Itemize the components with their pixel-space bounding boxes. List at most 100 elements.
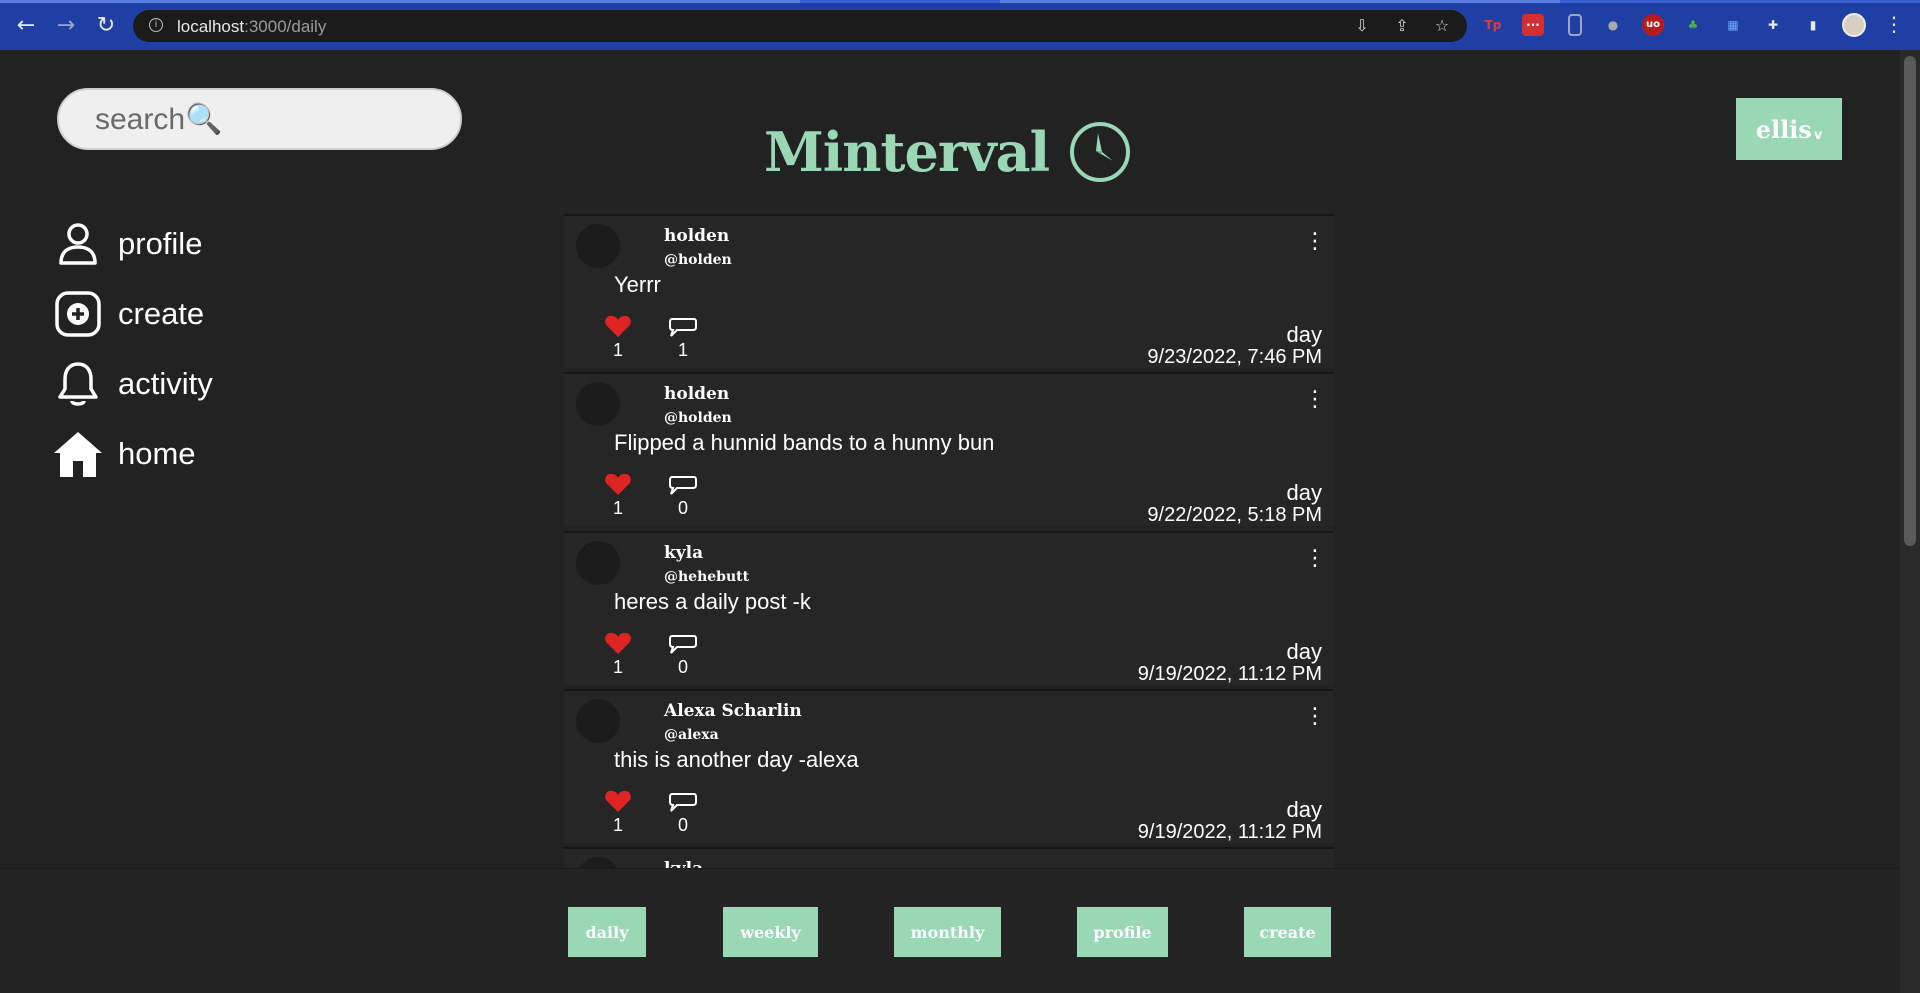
comment-icon[interactable] [668, 791, 698, 813]
sidebar-item-label: activity [118, 366, 213, 401]
heart-icon[interactable] [604, 314, 632, 338]
extension-mouse-icon[interactable]: ● [1602, 14, 1624, 36]
heart-icon[interactable] [604, 631, 632, 655]
install-icon[interactable]: ⇩ [1353, 17, 1371, 35]
like-count: 1 [612, 498, 623, 518]
user-name: ellis [1755, 114, 1812, 144]
back-icon[interactable]: ← [12, 12, 40, 40]
app-title: Minterval [764, 120, 1050, 184]
heart-icon[interactable] [604, 472, 632, 496]
sidebar-item-label: profile [118, 226, 203, 261]
post-interval: day [1286, 797, 1322, 822]
comment-count: 0 [677, 657, 688, 677]
sidebar-item-label: create [118, 296, 205, 331]
url-text[interactable]: localhost:3000/daily [177, 17, 326, 37]
post-author-name[interactable]: kyla [664, 543, 703, 563]
chevron-down-icon: v [1813, 127, 1823, 143]
sidebar-item-home[interactable]: home [52, 428, 312, 480]
address-bar[interactable]: i localhost:3000/daily ⇩ ⇪ ☆ [133, 10, 1467, 42]
post-card: kyla [564, 847, 1334, 868]
extension-dots-icon[interactable]: ··· [1522, 14, 1544, 36]
extension-ublock-icon[interactable]: uo [1642, 14, 1664, 36]
post-card: Alexa Scharlin @alexa ⋮ this is another … [564, 689, 1334, 843]
user-menu-button[interactable]: ellis v [1736, 98, 1842, 160]
like-count: 1 [612, 657, 623, 677]
tab-inactive[interactable] [1000, 0, 1560, 3]
post-author-handle[interactable]: @holden [664, 252, 732, 268]
comment-count: 0 [677, 815, 688, 835]
post-feed[interactable]: holden @holden ⋮ Yerrr 1 1 day 9/23/2022… [564, 214, 1334, 868]
side-panel-icon[interactable]: ▮ [1802, 14, 1824, 36]
browser-profile-avatar[interactable] [1842, 13, 1866, 37]
sidebar-item-activity[interactable]: activity [52, 358, 312, 410]
post-interval: day [1286, 322, 1322, 347]
extension-phone-icon[interactable] [1568, 14, 1582, 36]
post-body: Flipped a hunnid bands to a hunny bun [614, 430, 995, 455]
post-interval: day [1286, 639, 1322, 664]
heart-icon[interactable] [604, 789, 632, 813]
more-options-icon[interactable]: ⋮ [1304, 389, 1326, 414]
tab-active[interactable] [0, 0, 800, 3]
avatar[interactable] [576, 699, 620, 743]
comment-icon[interactable] [668, 316, 698, 338]
post-body: heres a daily post -k [614, 589, 811, 614]
extensions-puzzle-icon[interactable]: ✚ [1762, 14, 1784, 36]
forward-icon[interactable]: → [52, 12, 80, 40]
sidebar-item-label: home [118, 436, 196, 471]
site-info-icon[interactable]: i [149, 18, 163, 32]
extension-grid-icon[interactable]: ▦ [1722, 14, 1744, 36]
post-card: holden @holden ⋮ Flipped a hunnid bands … [564, 372, 1334, 526]
browser-menu-icon[interactable]: ⋮ [1884, 12, 1904, 36]
like-count: 1 [612, 340, 623, 360]
extension-tp-icon[interactable]: Tp [1482, 14, 1504, 36]
reload-icon[interactable]: ↻ [92, 12, 120, 40]
tab-monthly[interactable]: monthly [894, 907, 1001, 957]
tab-profile[interactable]: profile [1077, 907, 1168, 957]
scrollbar-thumb[interactable] [1904, 56, 1916, 546]
post-author-handle[interactable]: @hehebutt [664, 569, 749, 585]
bookmark-star-icon[interactable]: ☆ [1433, 17, 1451, 35]
sidebar-item-profile[interactable]: profile [52, 218, 312, 270]
page-scrollbar[interactable] [1900, 50, 1920, 993]
post-author-handle[interactable]: @alexa [664, 727, 719, 743]
avatar[interactable] [576, 224, 620, 268]
post-card: holden @holden ⋮ Yerrr 1 1 day 9/23/2022… [564, 214, 1334, 368]
tab-daily[interactable]: daily [568, 907, 646, 957]
app-logo[interactable]: Minterval [764, 120, 1131, 184]
post-timestamp: 9/23/2022, 7:46 PM [1147, 346, 1322, 368]
post-author-name[interactable]: holden [664, 226, 729, 246]
post-author-name[interactable]: kyla [664, 859, 703, 868]
more-options-icon[interactable]: ⋮ [1304, 231, 1326, 256]
extension-tree-icon[interactable]: ♣ [1682, 14, 1704, 36]
house-icon [52, 428, 104, 480]
post-timestamp: 9/19/2022, 11:12 PM [1137, 821, 1322, 843]
post-body: this is another day -alexa [614, 747, 859, 772]
post-author-handle[interactable]: @holden [664, 410, 732, 426]
more-options-icon[interactable]: ⋮ [1304, 548, 1326, 573]
person-icon [52, 218, 104, 270]
tab-weekly[interactable]: weekly [723, 907, 818, 957]
post-author-name[interactable]: holden [664, 384, 729, 404]
comment-icon[interactable] [668, 633, 698, 655]
post-timestamp: 9/19/2022, 11:12 PM [1137, 663, 1322, 685]
post-author-name[interactable]: Alexa Scharlin [664, 701, 802, 721]
avatar[interactable] [576, 382, 620, 426]
comment-icon[interactable] [668, 474, 698, 496]
like-count: 1 [612, 815, 623, 835]
plus-square-icon [52, 288, 104, 340]
avatar[interactable] [576, 541, 620, 585]
more-options-icon[interactable]: ⋮ [1304, 706, 1326, 731]
comment-count: 1 [677, 340, 688, 360]
tab-create[interactable]: create [1244, 907, 1331, 957]
post-timestamp: 9/22/2022, 5:18 PM [1147, 504, 1322, 526]
sidebar-item-create[interactable]: create [52, 288, 312, 340]
share-icon[interactable]: ⇪ [1393, 17, 1411, 35]
clock-logo-icon [1070, 122, 1131, 182]
post-interval: day [1286, 480, 1322, 505]
search-input[interactable] [95, 100, 395, 140]
search-box[interactable] [57, 88, 462, 150]
avatar[interactable] [576, 857, 620, 868]
comment-count: 0 [677, 498, 688, 518]
bottom-nav: daily weekly monthly profile create [0, 868, 1900, 993]
browser-toolbar: ← → ↻ i localhost:3000/daily ⇩ ⇪ ☆ Tp ··… [0, 0, 1920, 50]
